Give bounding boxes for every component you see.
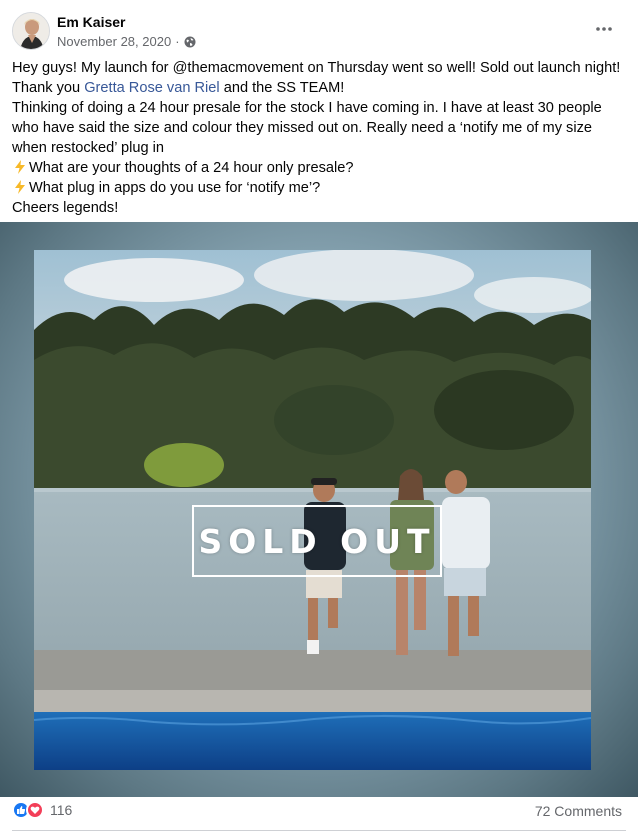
lightning-icon — [15, 180, 25, 194]
bullet-text: What are your thoughts of a 24 hour only… — [29, 160, 354, 176]
post-date[interactable]: November 28, 2020 — [57, 34, 171, 49]
lightning-icon — [15, 160, 25, 174]
sold-out-overlay: SOLD OUT — [192, 505, 442, 577]
globe-icon — [184, 36, 196, 47]
avatar[interactable] — [12, 12, 50, 50]
post-paragraph-1: Hey guys! My launch for @themacmovement … — [12, 58, 628, 98]
post-header: Em Kaiser November 28, 2020 · — [12, 10, 626, 54]
post-bullet-2: What plug in apps do you use for ‘notify… — [12, 178, 628, 198]
post-image[interactable]: SOLD OUT — [0, 222, 638, 797]
post-footer: 116 72 Comments — [12, 799, 622, 825]
meta-separator: · — [175, 34, 180, 49]
mention-link[interactable]: Gretta Rose van Riel — [84, 80, 219, 96]
comments-count-link[interactable]: 72 Comments — [535, 803, 622, 819]
bullet-text: What plug in apps do you use for ‘notify… — [29, 180, 321, 196]
post-meta: November 28, 2020 · — [57, 34, 196, 49]
post-bullet-1: What are your thoughts of a 24 hour only… — [12, 158, 628, 178]
post-paragraph-2: Thinking of doing a 24 hour presale for … — [12, 100, 602, 156]
more-options-button[interactable] — [590, 18, 618, 40]
post-card: Em Kaiser November 28, 2020 · Hey guys! … — [0, 0, 638, 836]
post-text-segment: and the SS TEAM! — [219, 80, 345, 96]
post-text: Hey guys! My launch for @themacmovement … — [12, 58, 628, 218]
love-reaction-icon — [26, 801, 44, 819]
author-name[interactable]: Em Kaiser — [57, 14, 125, 30]
footer-divider — [12, 830, 626, 831]
reaction-count: 116 — [50, 802, 73, 818]
avatar-image — [13, 13, 49, 49]
post-signoff: Cheers legends! — [12, 200, 119, 216]
reactions-summary[interactable]: 116 — [12, 801, 72, 819]
sold-out-text: SOLD OUT — [198, 521, 436, 561]
more-options-icon — [596, 27, 612, 31]
